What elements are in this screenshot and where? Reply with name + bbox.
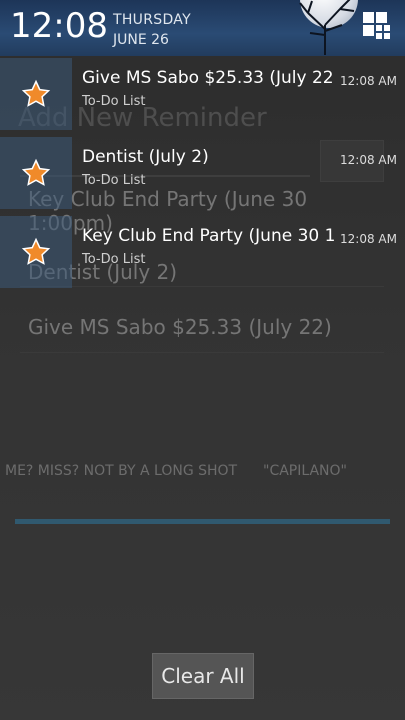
notification-subtitle: To-Do List [82, 252, 146, 267]
day-label: THURSDAY [113, 12, 191, 28]
quick-settings-icon[interactable] [363, 12, 391, 40]
notification-title: Give MS Sabo $25.33 (July 22) [82, 68, 334, 88]
notification-subtitle: To-Do List [82, 173, 146, 188]
notification-title: Dentist (July 2) [82, 147, 209, 167]
notification-title: Key Club End Party (June 30 1:00pm) [82, 226, 334, 246]
notification-item[interactable]: Give MS Sabo $25.33 (July 22) To-Do List… [0, 58, 405, 135]
notification-time: 12:08 AM [340, 153, 397, 167]
clear-all-button[interactable]: Clear All [152, 653, 254, 699]
notification-subtitle: To-Do List [82, 94, 146, 109]
tree-image [299, 0, 355, 55]
shade-header: 12:08 THURSDAY JUNE 26 [0, 0, 405, 56]
notification-time: 12:08 AM [340, 74, 397, 88]
notification-item[interactable]: Dentist (July 2) To-Do List 12:08 AM [0, 137, 405, 214]
notification-time: 12:08 AM [340, 232, 397, 246]
star-icon [0, 137, 72, 209]
star-icon [0, 58, 72, 130]
date-label: JUNE 26 [113, 32, 169, 48]
clock: 12:08 [10, 6, 108, 46]
notification-item[interactable]: Key Club End Party (June 30 1:00pm) To-D… [0, 216, 405, 293]
star-icon [0, 216, 72, 288]
